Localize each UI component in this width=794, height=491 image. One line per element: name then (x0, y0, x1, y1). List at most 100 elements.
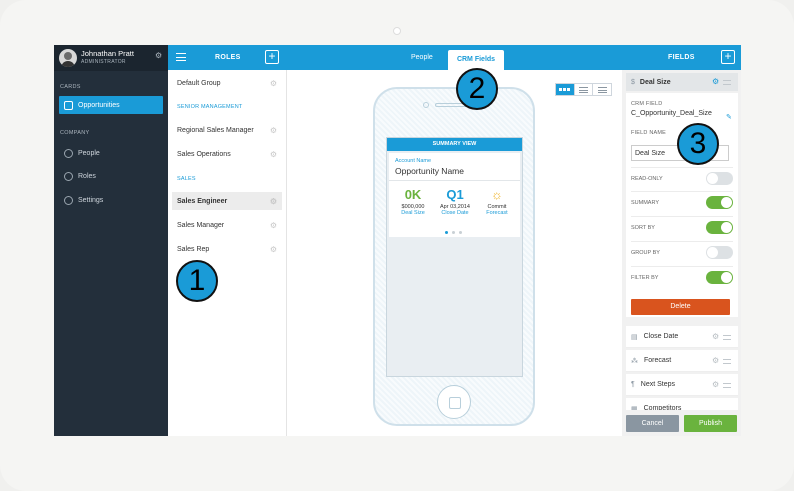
steps-icon: ¶ (631, 381, 635, 388)
delete-button[interactable]: Delete (631, 299, 730, 315)
add-role-button[interactable]: + (265, 50, 279, 64)
read-only-toggle[interactable] (706, 172, 733, 185)
drag-handle-icon[interactable] (723, 80, 731, 85)
edit-icon[interactable]: ✎ (726, 113, 732, 121)
gear-icon[interactable]: ⚙ (270, 245, 277, 254)
drag-handle-icon[interactable] (723, 383, 731, 388)
gear-icon[interactable]: ⚙ (270, 150, 277, 159)
field-name-label: FIELD NAME (631, 130, 667, 136)
phone-home-button (437, 385, 471, 419)
role-item[interactable]: Sales Rep ⚙ (172, 240, 282, 258)
role-item-selected[interactable]: Sales Engineer ⚙ (172, 192, 282, 210)
roles-header: ROLES + (168, 45, 287, 70)
main-sidebar: Johnathan Pratt ADMINISTRATOR ⚙ CARDS Op… (54, 45, 168, 436)
summary-card: Account Name Opportunity Name 0K $000,00… (389, 153, 520, 237)
sidebar-item-roles[interactable]: Roles (54, 167, 168, 185)
gear-icon[interactable]: ⚙ (712, 380, 719, 389)
field-editor: CRM FIELD C_Opportunity_Deal_Size ✎ FIEL… (626, 93, 738, 317)
callout-2: 2 (456, 68, 498, 110)
calendar-icon: ▤ (631, 333, 638, 341)
selected-field-header[interactable]: $ Deal Size (626, 73, 738, 91)
fields-footer: Cancel Publish (622, 410, 741, 436)
gear-icon[interactable]: ⚙ (712, 332, 719, 341)
metric-deal-size: 0K $000,000 Deal Size (401, 187, 425, 216)
gear-icon (64, 195, 73, 205)
gear-icon[interactable]: ⚙ (712, 77, 719, 86)
cancel-button[interactable]: Cancel (626, 415, 679, 432)
role-item[interactable]: Regional Sales Manager ⚙ (172, 121, 282, 139)
detail-view-button[interactable] (593, 84, 611, 95)
group-by-toggle[interactable] (706, 246, 733, 259)
summary-toggle[interactable] (706, 196, 733, 209)
toggle-row-summary: SUMMARY (631, 191, 733, 213)
sidebar-item-people[interactable]: People (54, 144, 168, 162)
callout-1: 1 (176, 260, 218, 302)
sort-by-toggle[interactable] (706, 221, 733, 234)
sidebar-item-opportunities[interactable]: Opportunities (59, 96, 163, 114)
role-item[interactable]: Sales Manager ⚙ (172, 216, 282, 234)
page-indicator (445, 231, 462, 234)
add-field-button[interactable]: + (721, 50, 735, 64)
view-toggle (555, 83, 612, 96)
account-label: Account Name (395, 158, 432, 164)
field-item-forecast[interactable]: ⁂ Forecast (626, 350, 738, 372)
phone-screen: SUMMARY VIEW Account Name Opportunity Na… (386, 137, 523, 377)
align-icon (597, 86, 607, 93)
gear-icon[interactable]: ⚙ (270, 197, 277, 206)
metric-close-date: Q1 Apr 03,2014 Close Date (440, 187, 470, 216)
tabs-bar: People CRM Fields (287, 45, 622, 70)
user-name: Johnathan Pratt (81, 49, 134, 58)
sidebar-item-label: Settings (78, 196, 104, 204)
field-item-close-date[interactable]: ▤ Close Date (626, 326, 738, 348)
menu-icon[interactable] (176, 53, 186, 61)
tab-crm-fields[interactable]: CRM Fields (448, 50, 504, 70)
user-role: ADMINISTRATOR (81, 59, 126, 65)
toggle-row-read-only: READ-ONLY (631, 167, 733, 189)
roles-title: ROLES (215, 54, 241, 61)
avatar (59, 49, 77, 67)
crm-field-value: C_Opportunity_Deal_Size (631, 110, 712, 117)
gear-icon[interactable]: ⚙ (270, 79, 277, 88)
user-settings-gear-icon[interactable]: ⚙ (155, 51, 162, 60)
senior-management-label: SENIOR MANAGEMENT (177, 104, 243, 110)
list-view-button[interactable] (575, 84, 594, 95)
fields-title: FIELDS (668, 54, 695, 61)
gear-icon[interactable]: ⚙ (270, 126, 277, 135)
gear-icon[interactable]: ⚙ (270, 221, 277, 230)
role-item[interactable]: Sales Operations ⚙ (172, 145, 282, 163)
metric-forecast: ☼ Commit Forecast (477, 187, 517, 216)
sun-icon: ☼ (491, 187, 503, 202)
sidebar-item-settings[interactable]: Settings (54, 191, 168, 209)
cards-section-label: CARDS (60, 84, 81, 90)
sidebar-item-label: Roles (78, 172, 96, 180)
drag-handle-icon[interactable] (723, 359, 731, 364)
drag-handle-icon[interactable] (723, 335, 731, 340)
roles-panel: ROLES + Default Group ⚙ SENIOR MANAGEMENT… (168, 45, 287, 436)
sales-label: SALES (177, 176, 196, 182)
briefcase-icon (64, 100, 73, 110)
phone-preview: SUMMARY VIEW Account Name Opportunity Na… (373, 87, 535, 426)
app-screen: Johnathan Pratt ADMINISTRATOR ⚙ CARDS Op… (54, 45, 741, 436)
tab-people[interactable]: People (411, 54, 433, 61)
fields-panel: FIELDS + $ Deal Size ⚙ CRM FIELD C_Oppor… (622, 45, 741, 436)
gear-icon[interactable]: ⚙ (712, 356, 719, 365)
crm-field-label: CRM FIELD (631, 101, 663, 107)
user-profile[interactable]: Johnathan Pratt ADMINISTRATOR (54, 45, 168, 71)
role-item-default-group[interactable]: Default Group ⚙ (172, 74, 282, 92)
field-item-next-steps[interactable]: ¶ Next Steps (626, 374, 738, 396)
field-type-icon: $ (631, 78, 635, 86)
phone-camera (423, 102, 429, 108)
callout-3: 3 (677, 123, 719, 165)
grid-icon (559, 88, 571, 91)
filter-by-toggle[interactable] (706, 271, 733, 284)
roles-icon (64, 171, 73, 181)
toggle-row-filter-by: FILTER BY (631, 266, 733, 288)
sidebar-item-label: Opportunities (78, 101, 120, 109)
card-view-button[interactable] (556, 84, 575, 95)
publish-button[interactable]: Publish (684, 415, 737, 432)
forecast-icon: ⁂ (631, 357, 638, 365)
sidebar-item-label: People (78, 149, 100, 157)
toggle-row-sort-by: SORT BY (631, 216, 733, 238)
company-section-label: COMPANY (60, 130, 90, 136)
list-icon (579, 86, 588, 93)
